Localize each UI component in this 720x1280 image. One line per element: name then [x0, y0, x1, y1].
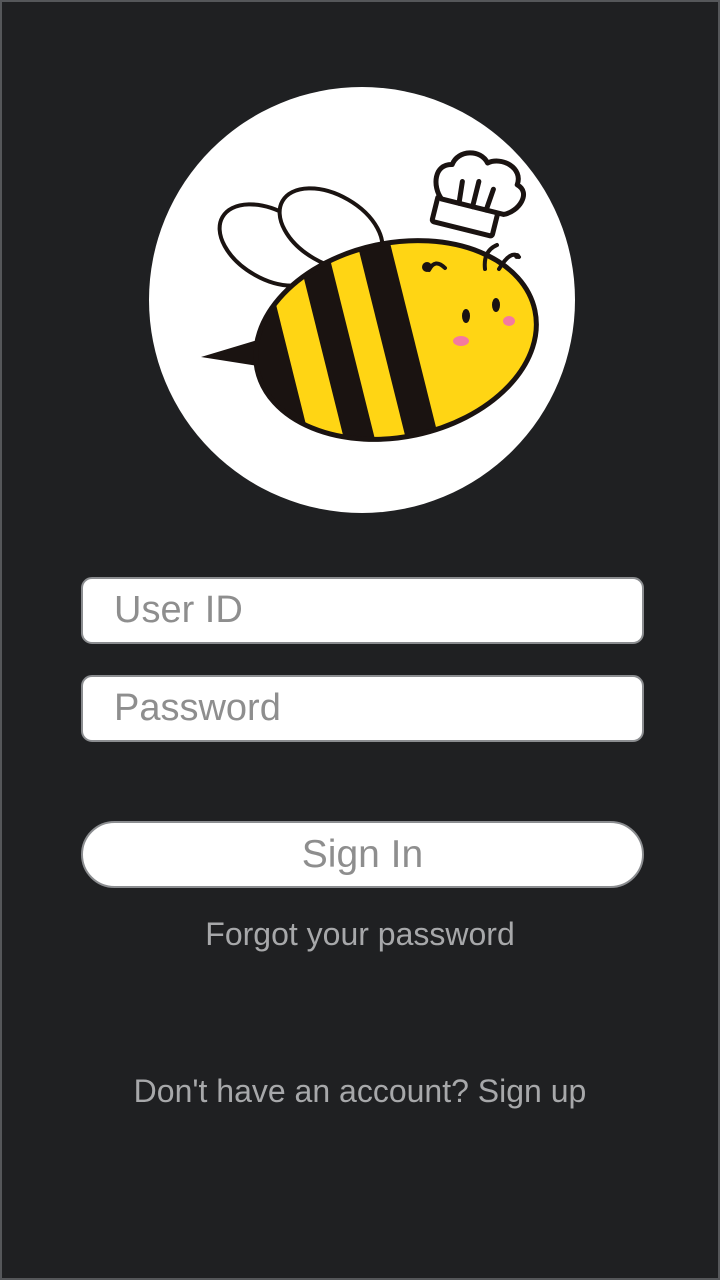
sign-up-link[interactable]: Don't have an account? Sign up	[2, 1073, 718, 1110]
forgot-password-link[interactable]: Forgot your password	[2, 916, 718, 953]
login-screen: Sign In Forgot your password Don't have …	[0, 0, 720, 1280]
password-input[interactable]	[81, 675, 644, 742]
bee-chef-icon	[201, 150, 539, 465]
app-logo	[149, 87, 575, 513]
sign-in-button[interactable]: Sign In	[81, 821, 644, 888]
user-id-input[interactable]	[81, 577, 644, 644]
